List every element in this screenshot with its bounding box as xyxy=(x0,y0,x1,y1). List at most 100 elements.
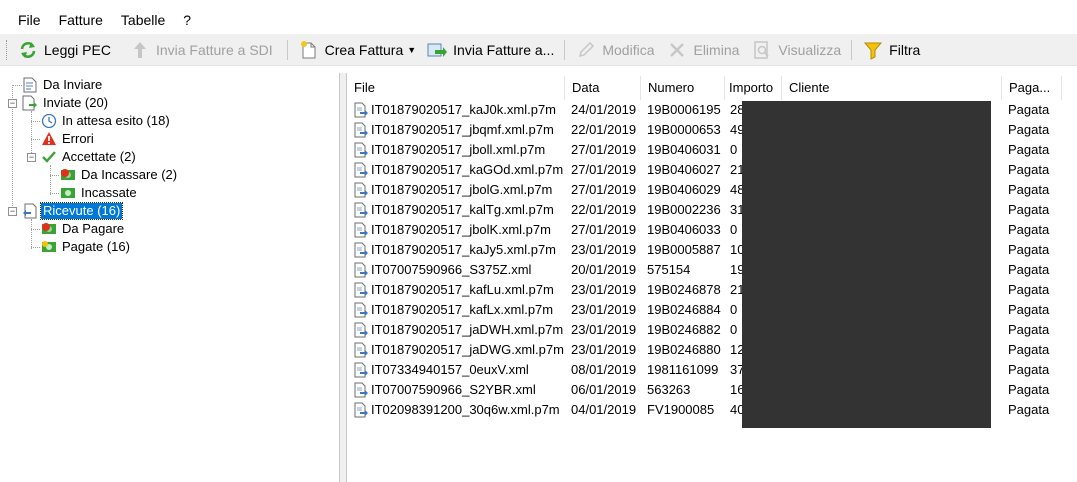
cell-numero: 19B0406027 xyxy=(647,162,721,177)
tree-item-da-pagare[interactable]: Da Pagare xyxy=(40,220,126,238)
invoice-file-icon xyxy=(353,142,369,158)
tree-item-da-inviare[interactable]: Da Inviare xyxy=(21,76,104,94)
check-icon xyxy=(40,149,57,165)
tree-item-incassate[interactable]: Incassate xyxy=(59,184,139,202)
invia-sdi-button[interactable]: Invia Fatture a SDI xyxy=(125,36,277,64)
menu-help[interactable]: ? xyxy=(174,7,200,34)
tree-item-accettate[interactable]: Accettate (2) xyxy=(40,148,138,166)
invoice-file-icon xyxy=(353,362,369,378)
cell-file: IT01879020517_kalTg.xml.p7m xyxy=(347,200,565,220)
cell-data: 23/01/2019 xyxy=(571,242,637,257)
menu-file[interactable]: File xyxy=(10,7,50,34)
menu-fatture[interactable]: Fatture xyxy=(50,7,112,34)
filtra-label: Filtra xyxy=(889,41,921,58)
tree-connector xyxy=(31,121,40,122)
cell-numero: 19B0005887 xyxy=(647,242,721,257)
expander-inviate[interactable]: − xyxy=(8,99,17,108)
column-header-data[interactable]: Data xyxy=(565,76,641,100)
cell-file-text: IT01879020517_jbolK.xml.p7m xyxy=(371,222,551,237)
document-icon xyxy=(21,77,38,93)
cell-numero: 1981161099 xyxy=(647,362,719,377)
column-header-pagamento[interactable]: Paga... xyxy=(1002,76,1062,100)
toolbar-grip[interactable] xyxy=(6,39,9,60)
cell-pagamento: Pagata xyxy=(1008,302,1050,317)
menu-bar: File Fatture Tabelle ? xyxy=(0,7,1077,34)
elimina-button[interactable]: Elimina xyxy=(662,36,743,64)
leggi-pec-label: Leggi PEC xyxy=(44,41,111,58)
leggi-pec-button[interactable]: Leggi PEC xyxy=(13,36,115,64)
cell-pagamento: Pagata xyxy=(1008,342,1050,357)
money-yellow-icon xyxy=(40,239,57,255)
visualizza-button[interactable]: Visualizza xyxy=(747,36,845,64)
invoice-file-icon xyxy=(353,122,369,138)
cell-data: 27/01/2019 xyxy=(571,222,637,237)
tree-connector xyxy=(31,219,32,249)
cell-pagamento: Pagata xyxy=(1008,282,1050,297)
tree-item-in-attesa-esito[interactable]: In attesa esito (18) xyxy=(40,112,172,130)
cell-file-text: IT07007590966_S2YBR.xml xyxy=(371,382,536,397)
cell-file-text: IT01879020517_jbolG.xml.p7m xyxy=(371,182,553,197)
received-document-icon xyxy=(21,203,38,219)
cell-data: 23/01/2019 xyxy=(571,322,637,337)
arrow-up-icon xyxy=(129,39,151,61)
tree-item-inviate[interactable]: Inviate (20) xyxy=(21,94,110,112)
invoice-file-icon xyxy=(353,182,369,198)
column-header-cliente[interactable]: Cliente xyxy=(782,76,1002,100)
cell-pagamento: Pagata xyxy=(1008,122,1050,137)
cell-file-text: IT01879020517_jaDWH.xml.p7m xyxy=(371,322,564,337)
cell-data: 22/01/2019 xyxy=(571,202,637,217)
cell-numero: 19B0006195 xyxy=(647,102,721,117)
chevron-down-icon[interactable]: ▼ xyxy=(407,45,416,55)
preview-icon xyxy=(751,39,773,61)
clock-icon xyxy=(40,113,57,129)
cell-file: IT01879020517_kafLx.xml.p7m xyxy=(347,300,565,320)
crea-fattura-button[interactable]: Crea Fattura ▼ xyxy=(294,36,423,64)
tree-item-label: Incassate xyxy=(81,185,137,200)
tree-item-label: Inviate (20) xyxy=(43,95,109,110)
cell-numero: 575154 xyxy=(647,262,691,277)
invoice-file-icon xyxy=(353,282,369,298)
tree-item-errori[interactable]: Errori xyxy=(40,130,96,148)
menu-tabelle[interactable]: Tabelle xyxy=(112,7,174,34)
invoice-file-icon xyxy=(353,382,369,398)
tree-item-da-incassare[interactable]: Da Incassare (2) xyxy=(59,166,179,184)
invoice-table[interactable]: File Data Numero Importo Cliente Paga...… xyxy=(346,73,1077,482)
redaction-block xyxy=(742,101,991,428)
filtra-button[interactable]: Filtra xyxy=(858,36,924,64)
expander-accettate[interactable]: − xyxy=(27,153,36,162)
expander-ricevute[interactable]: − xyxy=(8,207,17,216)
cell-pagamento: Pagata xyxy=(1008,322,1050,337)
refresh-icon xyxy=(17,39,39,61)
cell-numero: 563263 xyxy=(647,382,691,397)
column-header-importo[interactable]: Importo xyxy=(725,76,782,100)
cell-data: 08/01/2019 xyxy=(571,362,637,377)
cell-pagamento: Pagata xyxy=(1008,242,1050,257)
delete-x-icon xyxy=(666,39,688,61)
cell-data: 04/01/2019 xyxy=(571,402,637,417)
modifica-button[interactable]: Modifica xyxy=(571,36,658,64)
cell-file: IT01879020517_jaDWH.xml.p7m xyxy=(347,320,565,340)
tree-connector xyxy=(50,175,59,176)
cell-file-text: IT02098391200_30q6w.xml.p7m xyxy=(371,402,560,417)
cell-numero: 19B0246882 xyxy=(647,322,721,337)
column-header-numero[interactable]: Numero xyxy=(641,76,725,100)
invia-fatture-button[interactable]: Invia Fatture a... xyxy=(422,36,558,64)
money-red-icon xyxy=(59,167,76,183)
cell-file: IT01879020517_jbolG.xml.p7m xyxy=(347,180,565,200)
invoice-file-icon xyxy=(353,222,369,238)
invoice-file-icon xyxy=(353,302,369,318)
tree-item-pagate[interactable]: Pagate (16) xyxy=(40,238,132,256)
pencil-icon xyxy=(575,39,597,61)
cell-numero: 19B0406029 xyxy=(647,182,721,197)
invoice-file-icon xyxy=(353,262,369,278)
cell-numero: 19B0406031 xyxy=(647,142,721,157)
cell-numero: 19B0406033 xyxy=(647,222,721,237)
cell-file: IT07007590966_S2YBR.xml xyxy=(347,380,565,400)
cell-file-text: IT01879020517_kaJ0k.xml.p7m xyxy=(371,102,557,117)
cell-file: IT01879020517_jboll.xml.p7m xyxy=(347,140,565,160)
tree-item-ricevute[interactable]: Ricevute (16) xyxy=(21,202,124,220)
column-header-file[interactable]: File xyxy=(347,76,565,100)
tree-item-label: Da Inviare xyxy=(43,77,103,92)
folder-tree[interactable]: − − − Da Inviare Inviate (20) In attesa … xyxy=(0,73,340,482)
tree-connector xyxy=(31,229,40,230)
